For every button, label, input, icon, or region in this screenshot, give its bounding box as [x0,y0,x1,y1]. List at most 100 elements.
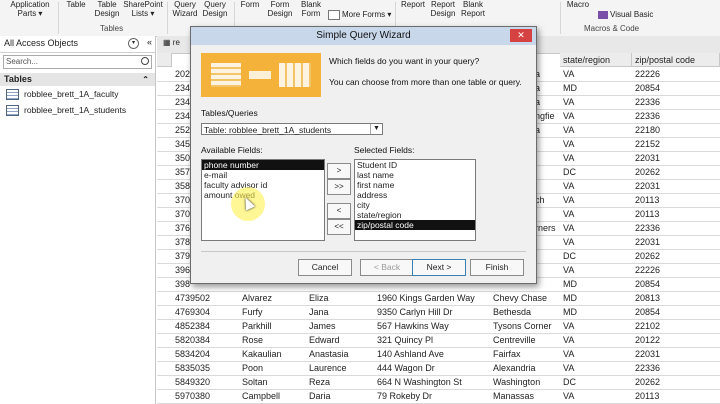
cell-last-name[interactable]: Kakaulian [242,347,282,361]
cell-zip[interactable]: 22226 [635,263,660,277]
cell-id[interactable]: 5835035 [175,361,210,375]
cell-zip[interactable]: 20262 [635,165,660,179]
column-header-zip[interactable]: zip/postal code [632,53,720,67]
cell-zip[interactable]: 22180 [635,123,660,137]
finish-button[interactable]: Finish [470,259,524,276]
cell-city[interactable]: Washington [493,375,540,389]
list-item[interactable]: last name [355,170,475,180]
cell-zip[interactable]: 20262 [635,249,660,263]
cell-first-name[interactable]: Anastasia [309,347,349,361]
cell-city[interactable]: ngfie [535,109,555,123]
cell-id[interactable]: 252 [175,123,190,137]
remove-field-button[interactable]: < [327,203,351,219]
cell-id[interactable]: 370 [175,207,190,221]
cell-id[interactable]: 379 [175,249,190,263]
list-item[interactable]: Student ID [355,160,475,170]
table-row[interactable]: 5835035 Poon Laurence 444 Wagon Dr Alexandri… [157,361,720,376]
cell-state[interactable]: DC [563,249,576,263]
cell-id[interactable]: 350 [175,151,190,165]
row-selector-header[interactable] [157,53,172,67]
cell-state[interactable]: VA [563,235,574,249]
cell-city[interactable]: Centreville [493,333,536,347]
cell-zip[interactable]: 22031 [635,151,660,165]
cell-zip[interactable]: 20813 [635,291,660,305]
cell-address[interactable]: 9350 Carlyn Hill Dr [377,305,453,319]
cell-state[interactable]: VA [563,151,574,165]
cancel-button[interactable]: Cancel [298,259,352,276]
cell-id[interactable]: 234 [175,109,190,123]
cell-state[interactable]: MD [563,291,577,305]
cell-last-name[interactable]: Parkhill [242,319,272,333]
cell-zip[interactable]: 20854 [635,305,660,319]
cell-id[interactable]: 5849320 [175,375,210,389]
cell-zip[interactable]: 22031 [635,347,660,361]
list-item[interactable]: state/region [355,210,475,220]
cell-last-name[interactable]: Poon [242,361,263,375]
cell-state[interactable]: VA [563,319,574,333]
cell-state[interactable]: DC [563,165,576,179]
cell-state[interactable]: VA [563,137,574,151]
cell-zip[interactable]: 22336 [635,221,660,235]
cell-state[interactable]: MD [563,305,577,319]
cell-state[interactable]: VA [563,333,574,347]
cell-id[interactable]: 5834204 [175,347,210,361]
cell-id[interactable]: 378 [175,235,190,249]
cell-zip[interactable]: 22031 [635,179,660,193]
table-row[interactable]: 5970380 Campbell Daria 79 Rokeby Dr Manassas… [157,389,720,404]
cell-id[interactable]: 398 [175,277,190,291]
blank-report-button[interactable]: Blank Report [458,0,488,18]
cell-city[interactable]: rners [535,221,556,235]
back-button[interactable]: < Back [360,259,414,276]
cell-address[interactable]: 664 N Washington St [377,375,462,389]
cell-state[interactable]: VA [563,361,574,375]
collapse-pane-icon[interactable]: « [147,37,152,47]
cell-zip[interactable]: 22336 [635,95,660,109]
cell-state[interactable]: VA [563,95,574,109]
cell-zip[interactable]: 22152 [635,137,660,151]
cell-first-name[interactable]: Daria [309,389,331,403]
cell-state[interactable]: VA [563,389,574,403]
next-button[interactable]: Next > [412,259,466,276]
cell-state[interactable]: MD [563,277,577,291]
cell-first-name[interactable]: Laurence [309,361,347,375]
cell-id[interactable]: 370 [175,193,190,207]
table-row[interactable]: 4739502 Alvarez Eliza 1960 Kings Garden Way… [157,291,720,306]
list-item[interactable]: zip/postal code [355,220,475,230]
cell-state[interactable]: MD [563,81,577,95]
table-row[interactable]: 5849320 Soltan Reza 664 N Washington St Wash… [157,375,720,390]
cell-id[interactable]: 4852384 [175,319,210,333]
query-design-button[interactable]: Query Design [200,0,230,18]
cell-last-name[interactable]: Furfy [242,305,263,319]
cell-zip[interactable]: 20122 [635,333,660,347]
list-item[interactable]: faculty advisor id [202,180,324,190]
cell-state[interactable]: VA [563,109,574,123]
cell-state[interactable]: VA [563,193,574,207]
close-icon[interactable]: ✕ [510,29,532,42]
cell-zip[interactable]: 22031 [635,235,660,249]
table-design-button[interactable]: Table Design [92,0,122,18]
cell-id[interactable]: 376 [175,221,190,235]
cell-city[interactable]: Alexandria [493,361,536,375]
list-item[interactable]: first name [355,180,475,190]
cell-zip[interactable]: 20262 [635,375,660,389]
blank-form-button[interactable]: Blank Form [298,0,324,18]
nav-header[interactable]: All Access Objects ▾ « [0,36,155,53]
cell-id[interactable]: 345 [175,137,190,151]
cell-city[interactable]: Manassas [493,389,534,403]
cell-address[interactable]: 140 Ashland Ave [377,347,444,361]
cell-first-name[interactable]: Reza [309,375,330,389]
cell-zip[interactable]: 20113 [635,207,659,221]
macro-button[interactable]: Macro [564,0,592,9]
cell-city[interactable]: Tysons Corner [493,319,552,333]
chevron-down-icon[interactable]: ▾ [128,38,139,49]
cell-state[interactable]: VA [563,123,574,137]
cell-address[interactable]: 567 Hawkins Way [377,319,449,333]
tables-queries-select[interactable]: Table: robblee_brett_1A_students ▼ [201,123,383,135]
cell-last-name[interactable]: Rose [242,333,263,347]
query-wizard-button[interactable]: Query Wizard [170,0,200,18]
cell-state[interactable]: DC [563,375,576,389]
list-item[interactable]: address [355,190,475,200]
table-button[interactable]: Table [62,0,90,9]
remove-all-fields-button[interactable]: << [327,219,351,235]
cell-first-name[interactable]: James [309,319,336,333]
